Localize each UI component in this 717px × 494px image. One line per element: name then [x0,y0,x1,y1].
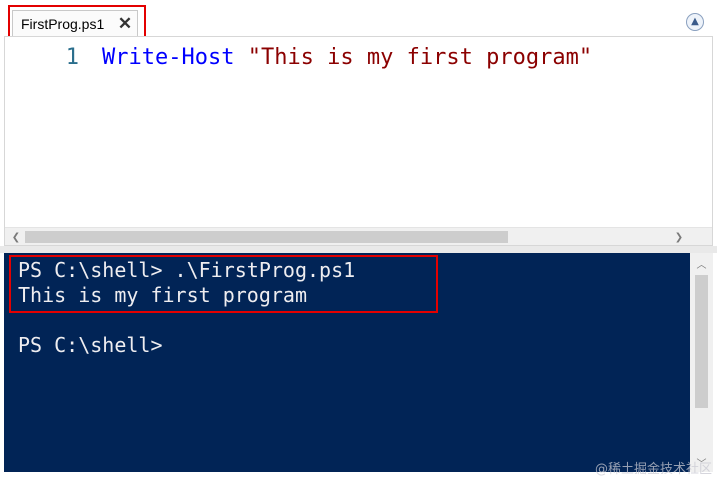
tab-firstprog[interactable]: FirstProg.ps1 ✕ [12,10,138,36]
scrollbar-corner [689,228,712,245]
pane-splitter[interactable] [0,246,717,253]
watermark: @稀土掘金技术社区 [594,462,712,477]
console-line: This is my first program [18,283,307,307]
code-text: Write-Host "This is my first program" [102,43,592,73]
string-token: "This is my first program" [247,45,593,70]
chevron-up-icon[interactable]: ▲ [686,13,704,31]
editor-vertical-scrollbar[interactable] [689,37,712,227]
code-line[interactable]: 1 Write-Host "This is my first program" [5,43,685,73]
scrollbar-thumb[interactable] [25,231,508,243]
chevron-left-icon[interactable]: ❮ [7,228,25,245]
tab-label: FirstProg.ps1 [21,15,105,32]
script-editor[interactable]: 1 Write-Host "This is my first program" … [4,36,713,246]
console-prompt[interactable]: PS C:\shell> [18,333,163,358]
console-pane[interactable]: PS C:\shell> .\FirstProg.ps1 This is my … [4,253,713,472]
chevron-right-icon[interactable]: ❯ [670,228,688,245]
console-line: PS C:\shell> .\FirstProg.ps1 [18,258,356,282]
editor-horizontal-scrollbar[interactable]: ❮ ❯ [5,227,712,245]
chevron-up-icon[interactable]: ︿ [690,253,713,273]
scrollbar-thumb[interactable] [695,275,708,408]
line-number: 1 [65,45,79,70]
console-vertical-scrollbar[interactable]: ︿ ﹀ [690,253,713,472]
command-token: Write-Host [102,45,235,70]
close-icon[interactable]: ✕ [116,14,134,32]
